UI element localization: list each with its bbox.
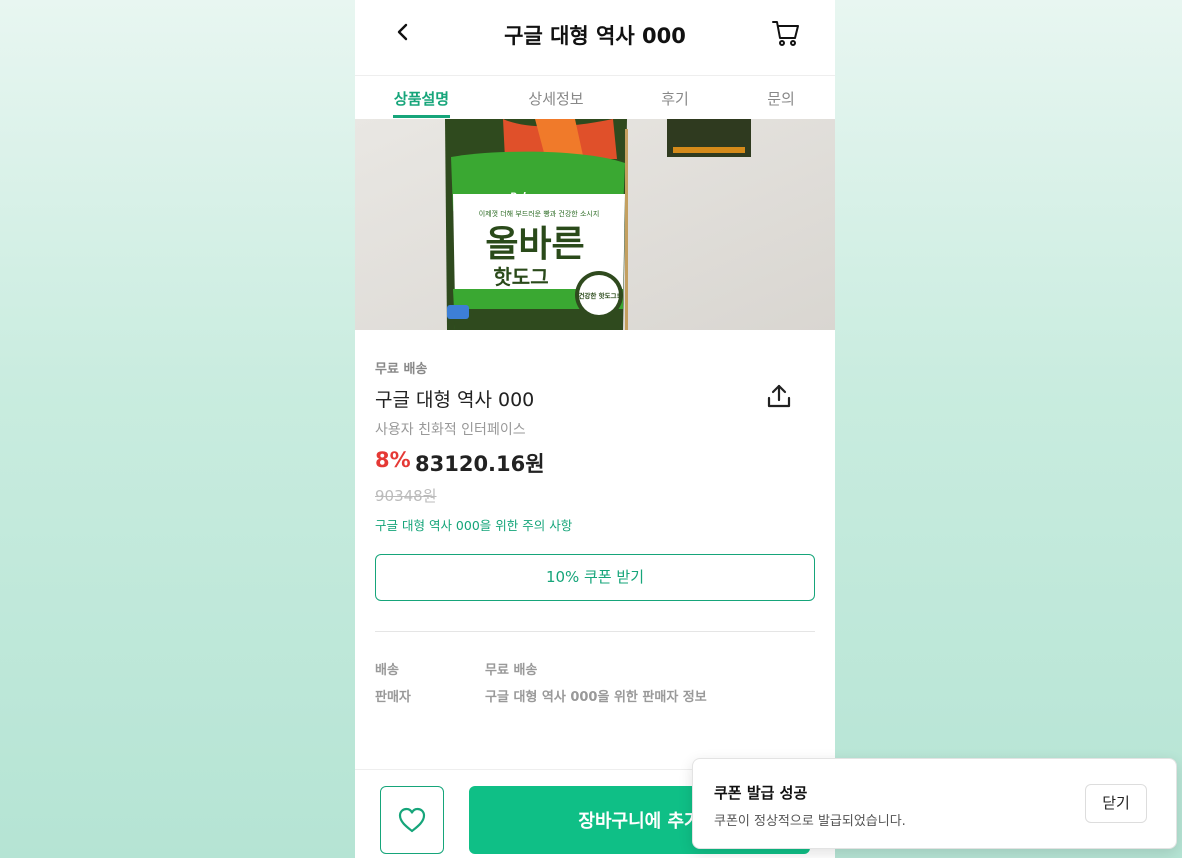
tab-description[interactable]: 상품설명: [393, 88, 450, 109]
original-price: 90348원: [375, 487, 437, 505]
caution-notice-link[interactable]: 구글 대형 역사 000을 위한 주의 사항: [375, 515, 572, 534]
product-label-title: 올바른: [485, 224, 584, 265]
free-shipping-tag: 무료 배송: [375, 362, 428, 377]
header: 구글 대형 역사 000: [355, 0, 835, 76]
wishlist-button[interactable]: [380, 786, 444, 854]
product-tagline: 이제껏 더해 부드러운 빵과 건강한 소시지: [479, 209, 600, 218]
discount-rate: 8%: [375, 448, 411, 472]
product-name: 구글 대형 역사 000: [375, 389, 535, 411]
detail-label-shipping: 배송: [375, 663, 399, 678]
tab-inquiry[interactable]: 문의: [761, 88, 801, 109]
get-coupon-button[interactable]: 10% 쿠폰 받기: [375, 554, 815, 601]
active-tab-indicator: [393, 115, 450, 118]
product-brand: Pulmuone: [510, 192, 560, 202]
coupon-toast: 쿠폰 발급 성공 쿠폰이 정상적으로 발급되었습니다. 닫기: [692, 758, 1177, 849]
detail-value-shipping: 무료 배송: [485, 663, 538, 678]
tab-bar: 상품설명 상세정보 후기 문의: [355, 76, 835, 119]
divider: [375, 631, 815, 632]
product-label-subtitle: 핫도그: [493, 265, 548, 289]
cart-icon[interactable]: [771, 18, 801, 48]
share-icon[interactable]: [765, 382, 793, 410]
product-page: 구글 대형 역사 000 상품설명 상세정보 후기 문의 Pulmuone 이제…: [355, 0, 835, 858]
tab-reviews[interactable]: 후기: [655, 88, 695, 109]
toast-message: 쿠폰이 정상적으로 발급되었습니다.: [714, 814, 906, 829]
heart-icon: [398, 807, 426, 833]
tab-details[interactable]: 상세정보: [525, 88, 587, 109]
sale-price: 83120.16원: [415, 452, 545, 476]
toast-close-button[interactable]: 닫기: [1085, 784, 1147, 823]
product-label-badge: 건강한 핫도그!: [578, 291, 619, 300]
product-image: Pulmuone 이제껏 더해 부드러운 빵과 건강한 소시지 올바른 핫도그 …: [355, 119, 835, 330]
detail-label-seller: 판매자: [375, 690, 411, 705]
toast-title: 쿠폰 발급 성공: [714, 784, 808, 802]
product-subtitle: 사용자 친화적 인터페이스: [375, 422, 526, 438]
detail-value-seller: 구글 대형 역사 000을 위한 판매자 정보: [485, 690, 707, 705]
page-title: 구글 대형 역사 000: [504, 24, 686, 48]
